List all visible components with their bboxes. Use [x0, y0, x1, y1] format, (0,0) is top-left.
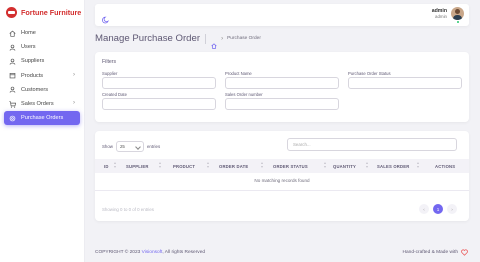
sidebar-item-sales-orders[interactable]: Sales Orders › [4, 97, 80, 111]
user-icon [8, 43, 16, 51]
page-length-control: Show 25 entries [102, 141, 160, 152]
page-title: Manage Purchase Order [95, 33, 201, 44]
heart-icon [461, 249, 468, 256]
sidebar-item-purchase-orders[interactable]: Purchase Orders [4, 111, 80, 126]
filters-card: Filters Supplier Product Name Purchase O… [95, 52, 469, 122]
sidebar-item-label: Sales Orders [21, 101, 54, 108]
sidebar-item-home[interactable]: Home [4, 26, 80, 40]
column-header-quantity[interactable]: QUANTITY [333, 164, 356, 169]
top-navbar: admin admin [95, 4, 469, 26]
column-header-actions: ACTIONS [435, 163, 456, 169]
company-link[interactable]: Visionsoft [142, 250, 163, 255]
footer-copyright: COPYRIGHT © 2023 Visionsoft, All rights … [95, 250, 205, 255]
home-icon[interactable] [211, 36, 217, 49]
sort-icon[interactable] [417, 162, 420, 169]
search-input[interactable]: Search... [287, 138, 457, 151]
table-info: Showing 0 to 0 of 0 entries [102, 207, 154, 212]
copyright-text: COPYRIGHT © 2023 [95, 250, 141, 255]
chevron-right-icon: › [221, 35, 224, 42]
user-icon [8, 86, 16, 94]
sort-icon[interactable] [159, 162, 162, 169]
filters-title: Filters [102, 59, 117, 65]
box-icon [8, 72, 16, 80]
moon-icon[interactable] [102, 11, 110, 24]
created-date-input[interactable] [102, 98, 216, 110]
sidebar-item-suppliers[interactable]: Suppliers [4, 54, 80, 68]
page-1-button[interactable]: 1 [433, 204, 443, 214]
made-with-text: Hand-crafted & Made with [402, 250, 458, 255]
header-divider [205, 33, 207, 44]
avatar[interactable] [451, 7, 464, 20]
purchase-order-status-select[interactable] [348, 77, 462, 89]
purchase-order-status-label: Purchase Order Status [348, 71, 391, 76]
column-header-id[interactable]: ID [104, 164, 109, 169]
sort-icon[interactable] [261, 162, 264, 169]
column-header-order-date[interactable]: ORDER DATE [219, 164, 248, 169]
brand-name: Fortune Furniture [21, 7, 82, 17]
purchase-orders-table-card: Show 25 entries Search... ID SUPPLIER PR… [95, 131, 469, 221]
next-page-button[interactable]: › [447, 204, 457, 214]
pagination: ‹ 1 › [415, 204, 457, 214]
footer-credit: Hand-crafted & Made with [403, 249, 468, 256]
sidebar-item-label: Home [21, 30, 36, 37]
previous-page-button[interactable]: ‹ [419, 204, 429, 214]
page-size-select[interactable]: 25 [115, 141, 144, 152]
settings-icon [8, 114, 16, 122]
user-role: admin [435, 14, 447, 19]
sort-icon[interactable] [366, 162, 369, 169]
online-status-dot [456, 20, 460, 24]
user-info: admin admin [432, 8, 447, 19]
chevron-right-icon: › [73, 71, 75, 78]
sidebar: Fortune Furniture Home Users Suppliers P… [0, 0, 85, 262]
empty-table-message: No matching records found [254, 178, 310, 183]
sidebar-item-products[interactable]: Products › [4, 69, 80, 83]
table-divider [95, 190, 469, 191]
created-date-label: Created Date [102, 92, 127, 97]
product-name-input[interactable] [225, 77, 339, 89]
brand[interactable]: Fortune Furniture [0, 0, 84, 24]
product-name-label: Product Name [225, 71, 252, 76]
table-header: ID SUPPLIER PRODUCT ORDER DATE ORDER STA… [95, 159, 469, 173]
chevron-right-icon: › [73, 99, 75, 106]
sort-icon[interactable] [207, 162, 210, 169]
show-label: Show [102, 144, 113, 149]
sales-order-number-input[interactable] [225, 98, 339, 110]
sidebar-item-label: Purchase Orders [21, 115, 64, 122]
column-header-order-status[interactable]: ORDER STATUS [273, 164, 308, 169]
supplier-label: Supplier [102, 71, 118, 76]
column-header-supplier[interactable]: SUPPLIER [126, 164, 149, 169]
page-header: Manage Purchase Order › Purchase Order [95, 33, 261, 49]
column-header-sales-order[interactable]: SALES ORDER [377, 164, 409, 169]
column-header-product[interactable]: PRODUCT [173, 164, 195, 169]
breadcrumb: Purchase Order [227, 36, 261, 41]
supplier-select[interactable] [102, 77, 216, 89]
cart-icon [8, 100, 16, 108]
sidebar-menu: Home Users Suppliers Products › Customer… [0, 26, 84, 126]
rights-text: , All rights Reserved [162, 250, 206, 255]
entries-label: entries [146, 144, 161, 149]
sort-icon[interactable] [114, 162, 117, 169]
home-icon [8, 29, 16, 37]
sidebar-item-customers[interactable]: Customers [4, 83, 80, 97]
brand-logo-icon [6, 6, 17, 18]
sidebar-item-label: Products [21, 72, 44, 79]
sidebar-item-label: Customers [21, 86, 49, 93]
sales-order-number-label: Sales Order number [225, 92, 263, 97]
sidebar-item-users[interactable]: Users [4, 40, 80, 54]
user-icon [8, 57, 16, 65]
user-menu[interactable]: admin admin [432, 7, 464, 24]
sort-icon[interactable] [324, 162, 327, 169]
sidebar-item-label: Suppliers [21, 58, 45, 65]
sidebar-item-label: Users [21, 44, 36, 51]
